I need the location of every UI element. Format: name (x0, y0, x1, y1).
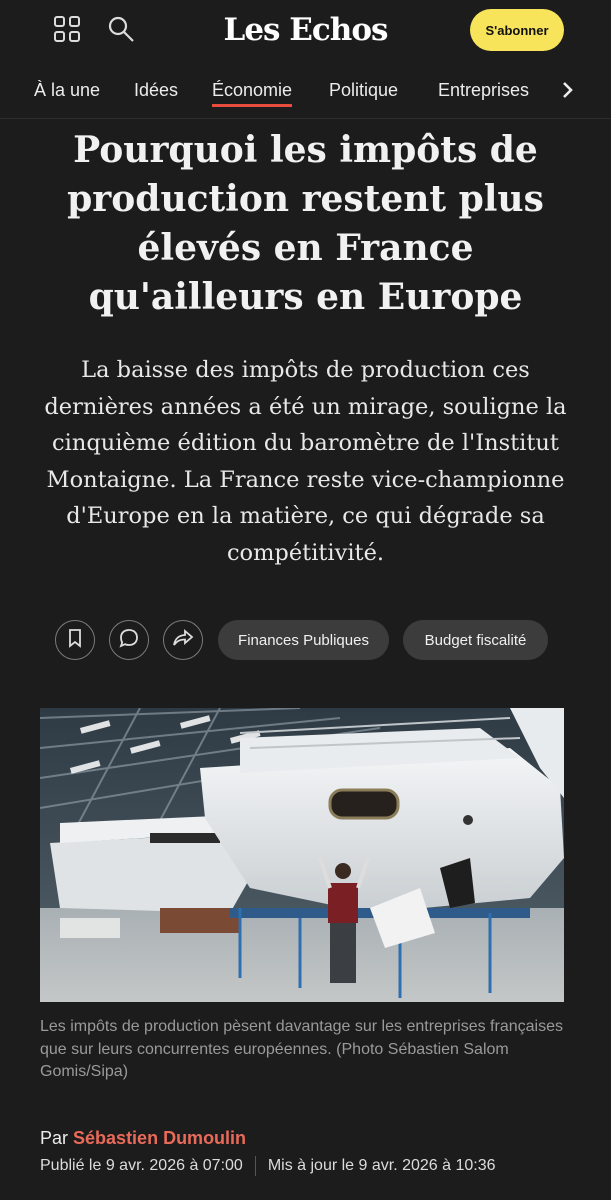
published-date: Publié le 9 avr. 2026 à 07:00 (40, 1157, 243, 1175)
bookmark-icon (66, 628, 84, 653)
chevron-right-icon[interactable] (558, 78, 578, 102)
share-icon (172, 628, 194, 653)
comment-button[interactable] (109, 620, 149, 660)
top-bar: Les Echos S'abonner (0, 0, 611, 64)
section-nav: À la une Idées Économie Politique Entrep… (0, 66, 611, 119)
nav-item-entreprises[interactable]: Entreprises (438, 80, 529, 101)
date-divider (254, 1156, 256, 1176)
article-photo (40, 708, 564, 1002)
share-button[interactable] (163, 620, 203, 660)
byline: Par Sébastien Dumoulin (40, 1128, 246, 1149)
article-title: Pourquoi les impôts de production resten… (67, 129, 544, 318)
nav-item-idees[interactable]: Idées (134, 80, 178, 101)
nav-item-politique[interactable]: Politique (329, 80, 398, 101)
subscribe-button[interactable]: S'abonner (470, 9, 564, 51)
author-link[interactable]: Sébastien Dumoulin (73, 1128, 246, 1148)
tag-budget-fiscalite[interactable]: Budget fiscalité (403, 620, 548, 660)
tag-finances-publiques[interactable]: Finances Publiques (218, 620, 389, 660)
byline-prefix: Par (40, 1128, 69, 1148)
nav-item-economie[interactable]: Économie (212, 80, 293, 107)
comment-icon (118, 627, 140, 654)
publication-dates: Publié le 9 avr. 2026 à 07:00 Mis à jour … (40, 1156, 496, 1176)
bookmark-button[interactable] (55, 620, 95, 660)
nav-item-a-la-une[interactable]: À la une (34, 80, 100, 101)
article-lede: La baisse des impôts de production ces d… (44, 357, 567, 566)
photo-caption: Les impôts de production pèsent davantag… (40, 1018, 563, 1080)
updated-date: Mis à jour le 9 avr. 2026 à 10:36 (267, 1157, 496, 1175)
